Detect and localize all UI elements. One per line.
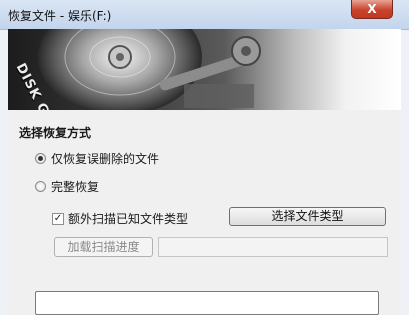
disk-platter-icon <box>38 29 202 110</box>
disk-genius-banner: DISK GENIUS <box>8 29 401 110</box>
hard-drive-illustration <box>38 29 261 110</box>
radio-unselected-icon[interactable] <box>35 181 46 192</box>
radio-full-recovery[interactable]: 完整恢复 <box>35 178 99 195</box>
load-scan-progress-button[interactable]: 加载扫描进度 <box>54 237 153 257</box>
title-bar: 恢复文件 - 娱乐(F:) X <box>0 0 409 30</box>
status-text-box[interactable] <box>35 291 379 315</box>
checkbox-checked-icon[interactable]: ✓ <box>52 212 64 225</box>
scan-progress-path-field[interactable] <box>158 237 388 257</box>
radio-deleted-only[interactable]: 仅恢复误删除的文件 <box>35 150 159 167</box>
extra-scan-label: 额外扫描已知文件类型 <box>68 212 189 226</box>
radio-full-recovery-label: 完整恢复 <box>51 180 100 194</box>
radio-deleted-only-label: 仅恢复误删除的文件 <box>51 152 160 166</box>
section-title: 选择恢复方式 <box>19 126 92 140</box>
select-file-types-button[interactable]: 选择文件类型 <box>229 207 386 226</box>
window-title: 恢复文件 - 娱乐(F:) <box>8 9 112 23</box>
close-button[interactable]: X <box>351 0 393 19</box>
recovery-options-panel: 选择恢复方式 仅恢复误删除的文件 完整恢复 ✓ 额外扫描已知文件类型 选择文件类… <box>8 110 401 315</box>
radio-selected-icon[interactable] <box>35 153 46 164</box>
extra-scan-checkbox-row[interactable]: ✓ 额外扫描已知文件类型 <box>52 210 188 227</box>
close-icon: X <box>367 2 377 16</box>
